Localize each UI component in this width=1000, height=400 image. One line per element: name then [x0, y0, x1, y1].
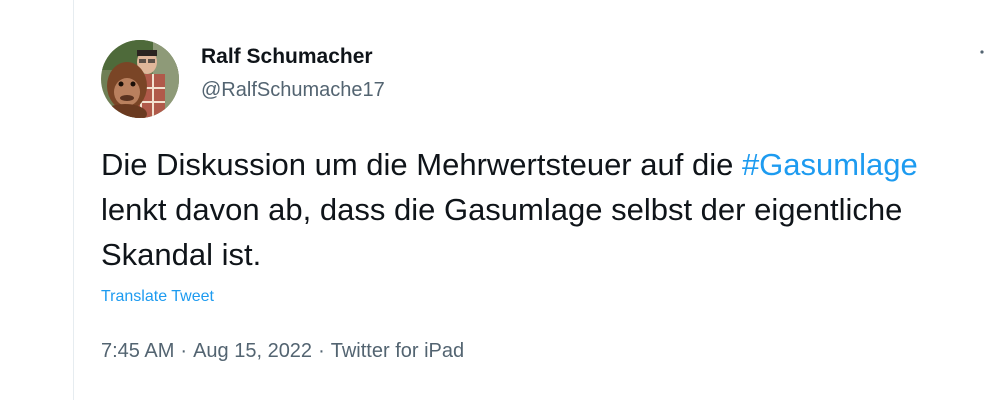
- tweet-source[interactable]: Twitter for iPad: [331, 340, 464, 362]
- translate-tweet-link[interactable]: Translate Tweet: [101, 288, 214, 306]
- tweet-time[interactable]: 7:45 AM: [101, 340, 174, 362]
- meta-separator: ·: [180, 340, 188, 362]
- author-name[interactable]: Ralf Schumacher: [201, 45, 373, 69]
- more-options-button[interactable]: [972, 46, 992, 72]
- hashtag-link[interactable]: #Gasumlage: [742, 147, 918, 182]
- tweet-date[interactable]: Aug 15, 2022: [193, 340, 312, 362]
- meta-separator: ·: [318, 340, 325, 362]
- tweet-card: Ralf Schumacher @RalfSchumache17 Die Dis…: [73, 0, 1000, 400]
- more-dots-icon: [980, 50, 984, 54]
- tweet-text-start: Die Diskussion um die Mehrwertsteuer auf…: [101, 147, 742, 182]
- tweet-text-end: lenkt davon ab, dass die Gasumlage selbs…: [101, 192, 903, 272]
- tweet-meta: 7:45 AM · Aug 15, 2022 · Twitter for iPad: [101, 340, 464, 363]
- profile-photo: [101, 40, 179, 118]
- avatar[interactable]: [101, 40, 179, 118]
- author-handle[interactable]: @RalfSchumache17: [201, 79, 385, 102]
- tweet-text: Die Diskussion um die Mehrwertsteuer auf…: [101, 142, 971, 277]
